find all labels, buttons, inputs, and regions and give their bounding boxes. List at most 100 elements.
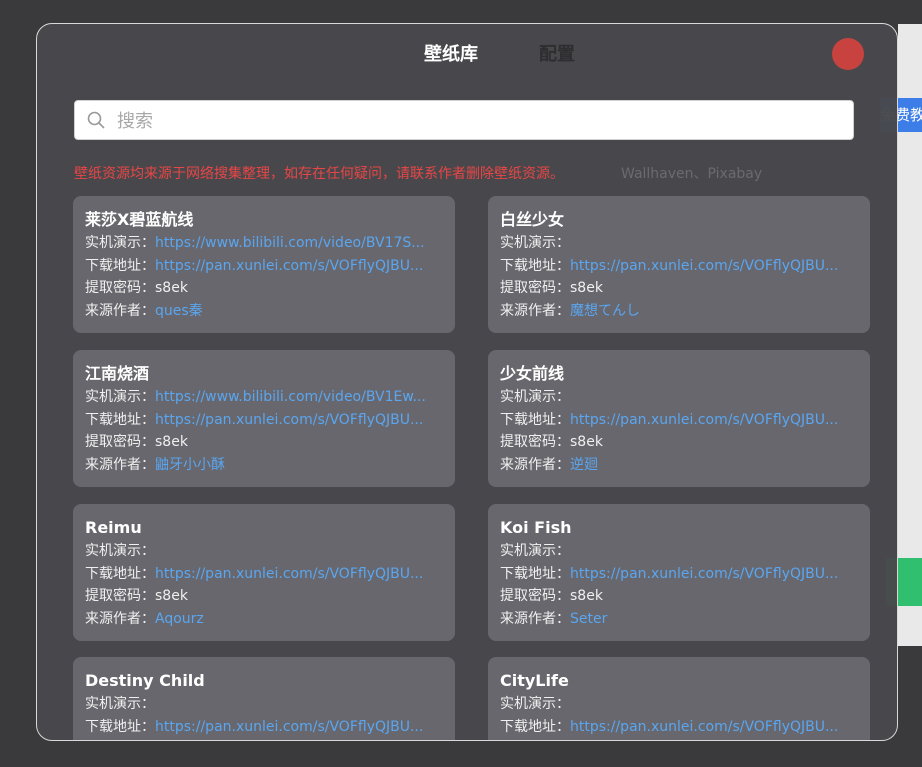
card-label-download: 下载地址：: [500, 565, 570, 582]
card-label-author: 来源作者：: [500, 303, 570, 320]
card-row-demo: 实机演示：https://www.bilibili.com/video/BV17…: [85, 232, 443, 255]
search-box: [74, 100, 854, 141]
card-value-code: s8ek: [155, 434, 188, 451]
wallpaper-card[interactable]: Koi Fish 实机演示： 下载地址：https://pan.xunlei.com…: [488, 504, 870, 641]
card-value-download[interactable]: https://pan.xunlei.com/s/VOFflyQJBU...: [570, 258, 838, 274]
card-row-author: 来源作者：Seter: [500, 608, 858, 631]
tab-wallpaper-library[interactable]: 壁纸库: [424, 42, 478, 68]
card-value-code: s8ek: [570, 280, 603, 297]
card-value-author[interactable]: Aqourz: [155, 611, 204, 627]
card-label-code: 提取密码：: [85, 280, 155, 297]
card-row-author: 来源作者：逆廻: [500, 454, 858, 477]
wallpaper-card[interactable]: 白丝少女 实机演示： 下载地址：https://pan.xunlei.com/s/V…: [488, 196, 870, 333]
card-label-download: 下载地址：: [500, 411, 570, 428]
card-row-download: 下载地址：https://pan.xunlei.com/s/VOFflyQJBU…: [85, 409, 443, 432]
card-title: 江南烧酒: [85, 364, 150, 383]
search-input[interactable]: [115, 101, 849, 141]
card-label-demo: 实机演示：: [85, 235, 155, 251]
wallpaper-card[interactable]: Reimu 实机演示： 下载地址：https://pan.xunlei.com/s/…: [73, 504, 455, 641]
card-value-author[interactable]: ques秦: [155, 303, 203, 319]
card-row-demo: 实机演示：: [85, 693, 443, 716]
card-label-download: 下载地址：: [85, 257, 155, 274]
card-row-author: 来源作者：Aqourz: [85, 608, 443, 631]
card-value-download[interactable]: https://pan.xunlei.com/s/VOFflyQJBU...: [155, 719, 423, 735]
card-value-demo[interactable]: https://www.bilibili.com/video/BV17S...: [155, 235, 425, 251]
card-label-demo: 实机演示：: [85, 696, 155, 712]
card-value-code: s8ek: [155, 280, 188, 297]
card-label-download: 下载地址：: [85, 718, 155, 735]
wallpaper-card[interactable]: CityLife 实机演示： 下载地址：https://pan.xunlei.com…: [488, 657, 870, 740]
card-label-download: 下载地址：: [85, 565, 155, 582]
card-row-demo: 实机演示：: [500, 232, 858, 255]
card-row-demo: 实机演示：: [500, 386, 858, 409]
card-label-demo: 实机演示：: [500, 696, 570, 712]
card-row-download: 下载地址：https://pan.xunlei.com/s/VOFflyQJBU…: [85, 716, 443, 739]
card-label-code: 提取密码：: [500, 588, 570, 605]
card-row-code: 提取密码：: [500, 738, 858, 740]
card-label-author: 来源作者：: [500, 611, 570, 628]
card-row-code: 提取密码：: [85, 738, 443, 740]
card-value-author[interactable]: Seter: [570, 611, 607, 627]
card-value-download[interactable]: https://pan.xunlei.com/s/VOFflyQJBU...: [155, 412, 423, 428]
card-value-code: s8ek: [570, 588, 603, 605]
card-row-author: 来源作者：魔想てんし: [500, 300, 858, 323]
wallpaper-card[interactable]: 少女前线实机演示： 下载地址：https://pan.xunlei.com/s/V…: [488, 350, 870, 487]
card-row-demo: 实机演示：: [500, 693, 858, 716]
card-row-download: 下载地址：https://pan.xunlei.com/s/VOFflyQJBU…: [85, 255, 443, 278]
card-row-download: 下载地址：https://pan.xunlei.com/s/VOFflyQJBU…: [500, 409, 858, 432]
card-value-download[interactable]: https://pan.xunlei.com/s/VOFflyQJBU...: [570, 412, 838, 428]
card-title: 白丝少女: [500, 210, 565, 229]
card-label-code: 提取密码：: [85, 588, 155, 605]
card-value-author[interactable]: 鼬牙小小酥: [155, 457, 225, 473]
wallpaper-card[interactable]: 莱莎X碧蓝航线 实机演示：https://www.bilibili.com/vid…: [73, 196, 455, 333]
card-label-download: 下载地址：: [500, 718, 570, 735]
tab-settings[interactable]: 配置: [539, 42, 575, 68]
modal-tabs: 壁纸库 配置: [37, 42, 897, 72]
card-title: Reimu: [85, 518, 142, 537]
card-label-demo: 实机演示：: [85, 543, 155, 559]
card-row-author: 来源作者：ques秦: [85, 300, 443, 323]
card-title: CityLife: [500, 671, 569, 690]
card-value-download[interactable]: https://pan.xunlei.com/s/VOFflyQJBU...: [570, 719, 838, 735]
search-icon: [87, 111, 105, 129]
card-label-demo: 实机演示：: [85, 389, 155, 405]
card-value-download[interactable]: https://pan.xunlei.com/s/VOFflyQJBU...: [155, 258, 423, 274]
card-label-code: 提取密码：: [500, 280, 570, 297]
card-value-code: s8ek: [155, 588, 188, 605]
card-value-author[interactable]: 逆廻: [570, 457, 598, 473]
card-label-author: 来源作者：: [500, 457, 570, 474]
wallpaper-card[interactable]: Destiny Child 实机演示： 下载地址：https://pan.xunle…: [73, 657, 455, 740]
card-row-demo: 实机演示：: [500, 540, 858, 563]
card-label-author: 来源作者：: [85, 457, 155, 474]
wallpaper-card[interactable]: 江南烧酒实机演示：https://www.bilibili.com/video/…: [73, 350, 455, 487]
card-row-download: 下载地址：https://pan.xunlei.com/s/VOFflyQJBU…: [85, 563, 443, 586]
card-label-download: 下载地址：: [85, 411, 155, 428]
card-title: 少女前线: [500, 364, 565, 383]
card-row-demo: 实机演示：: [85, 540, 443, 563]
card-row-author: 来源作者：鼬牙小小酥: [85, 454, 443, 477]
card-value-code: s8ek: [570, 434, 603, 451]
card-row-code: 提取密码：s8ek: [85, 431, 443, 454]
card-value-author[interactable]: 魔想てんし: [570, 303, 640, 319]
card-row-code: 提取密码：s8ek: [85, 277, 443, 300]
card-label-download: 下载地址：: [500, 257, 570, 274]
card-label-code: 提取密码：: [85, 434, 155, 451]
card-row-code: 提取密码：s8ek: [500, 585, 858, 608]
card-row-download: 下载地址：https://pan.xunlei.com/s/VOFflyQJBU…: [500, 255, 858, 278]
card-title: Koi Fish: [500, 518, 572, 537]
card-value-demo[interactable]: https://www.bilibili.com/video/BV1Ew...: [155, 389, 426, 405]
card-value-download[interactable]: https://pan.xunlei.com/s/VOFflyQJBU...: [570, 566, 838, 582]
close-button[interactable]: [832, 38, 864, 70]
card-title: Destiny Child: [85, 671, 205, 690]
card-row-code: 提取密码：s8ek: [500, 277, 858, 300]
card-label-author: 来源作者：: [85, 611, 155, 628]
card-label-code: 提取密码：: [500, 434, 570, 451]
disclaimer-notice: 壁纸资源均来源于网络搜集整理，如存在任何疑问，请联系作者删除壁纸资源。: [74, 166, 564, 182]
card-label-demo: 实机演示：: [500, 389, 570, 405]
card-row-demo: 实机演示：https://www.bilibili.com/video/BV1E…: [85, 386, 443, 409]
card-value-download[interactable]: https://pan.xunlei.com/s/VOFflyQJBU...: [155, 566, 423, 582]
card-row-code: 提取密码：s8ek: [500, 431, 858, 454]
card-row-download: 下载地址：https://pan.xunlei.com/s/VOFflyQJBU…: [500, 563, 858, 586]
card-row-code: 提取密码：s8ek: [85, 585, 443, 608]
card-label-author: 来源作者：: [85, 303, 155, 320]
